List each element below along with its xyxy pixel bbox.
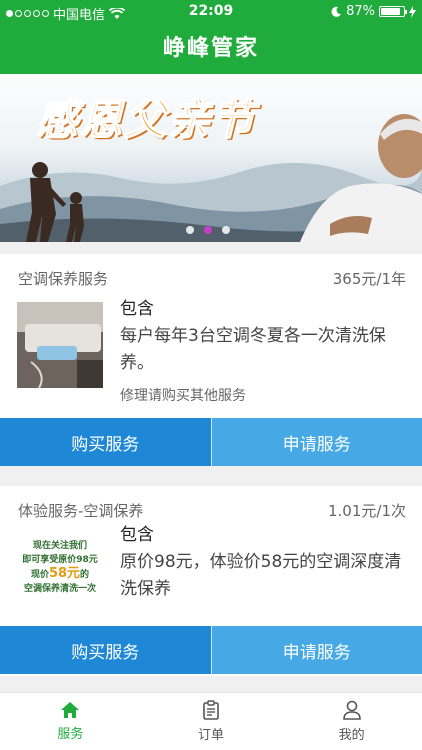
- promo-line: 即可享受原价98元: [22, 554, 98, 565]
- card-body: 包含 原价98元，体验价58元的空调深度清洗保养: [120, 520, 406, 603]
- service-card: 空调保养服务 365元/1年 包含 每户每年3台空调冬夏各一次清洗保养。 修理请…: [0, 254, 422, 466]
- service-price: 365元/1年: [332, 270, 406, 288]
- tab-bar: 服务 订单 我的: [0, 692, 422, 750]
- clipboard-icon: [203, 700, 219, 720]
- battery-icon: [379, 6, 407, 17]
- tab-profile[interactable]: 我的: [281, 693, 422, 750]
- service-card: 体验服务-空调保养 1.01元/1次 现在关注我们 即可享受原价98元 现价58…: [0, 486, 422, 676]
- status-bar: 中国电信 22:09 87%: [0, 0, 422, 24]
- tab-orders[interactable]: 订单: [141, 693, 282, 750]
- service-description: 原价98元，体验价58元的空调深度清洗保养: [120, 552, 402, 599]
- tab-label: 服务: [57, 727, 84, 742]
- banner-carousel[interactable]: 感恩父亲节: [0, 74, 422, 242]
- home-icon: [61, 702, 80, 718]
- indicator-dot-active[interactable]: [204, 226, 212, 234]
- indicator-dot[interactable]: [222, 226, 230, 234]
- status-right: 87%: [330, 4, 416, 19]
- service-title: 空调保养服务: [18, 270, 109, 288]
- buy-service-button[interactable]: 购买服务: [0, 418, 211, 466]
- indicator-dot[interactable]: [186, 226, 194, 234]
- service-thumbnail: 现在关注我们 即可享受原价98元 现价58元的 空调保养清洗一次: [17, 524, 103, 610]
- include-label: 包含: [120, 299, 154, 319]
- include-label: 包含: [120, 525, 154, 545]
- promo-line: 现价58元的: [30, 565, 90, 582]
- promo-image: 现在关注我们 即可享受原价98元 现价58元的 空调保养清洗一次: [17, 524, 103, 610]
- battery-percent: 87%: [346, 4, 375, 19]
- tab-label: 订单: [198, 728, 225, 743]
- service-thumbnail: [17, 302, 103, 388]
- service-title: 体验服务-空调保养: [18, 502, 144, 520]
- carousel-indicator: [186, 226, 230, 234]
- card-header: 体验服务-空调保养 1.01元/1次: [18, 500, 406, 521]
- service-note: 修理请购买其他服务: [120, 388, 246, 404]
- tab-label: 我的: [338, 728, 365, 743]
- promo-text: 的: [80, 569, 90, 580]
- tab-services[interactable]: 服务: [0, 693, 141, 750]
- card-actions: 购买服务 申请服务: [0, 626, 422, 674]
- apply-service-button[interactable]: 申请服务: [210, 418, 422, 466]
- page-title: 峥峰管家: [0, 24, 422, 74]
- promo-price: 58元: [48, 565, 81, 581]
- service-description: 每户每年3台空调冬夏各一次清洗保养。: [120, 326, 386, 373]
- card-body: 包含 每户每年3台空调冬夏各一次清洗保养。 修理请购买其他服务: [120, 294, 406, 405]
- promo-line: 现在关注我们: [32, 540, 87, 551]
- moon-icon: [331, 6, 342, 17]
- banner-title: 感恩父亲节: [35, 94, 257, 145]
- buy-service-button[interactable]: 购买服务: [0, 626, 211, 674]
- promo-text: 现价: [30, 569, 49, 580]
- service-price: 1.01元/1次: [328, 502, 406, 520]
- card-actions: 购买服务 申请服务: [0, 418, 422, 466]
- apply-service-button[interactable]: 申请服务: [210, 626, 422, 674]
- person-icon: [342, 700, 361, 720]
- promo-line: 空调保养清洗一次: [23, 583, 96, 594]
- charging-icon: [409, 5, 416, 18]
- card-header: 空调保养服务 365元/1年: [18, 268, 406, 289]
